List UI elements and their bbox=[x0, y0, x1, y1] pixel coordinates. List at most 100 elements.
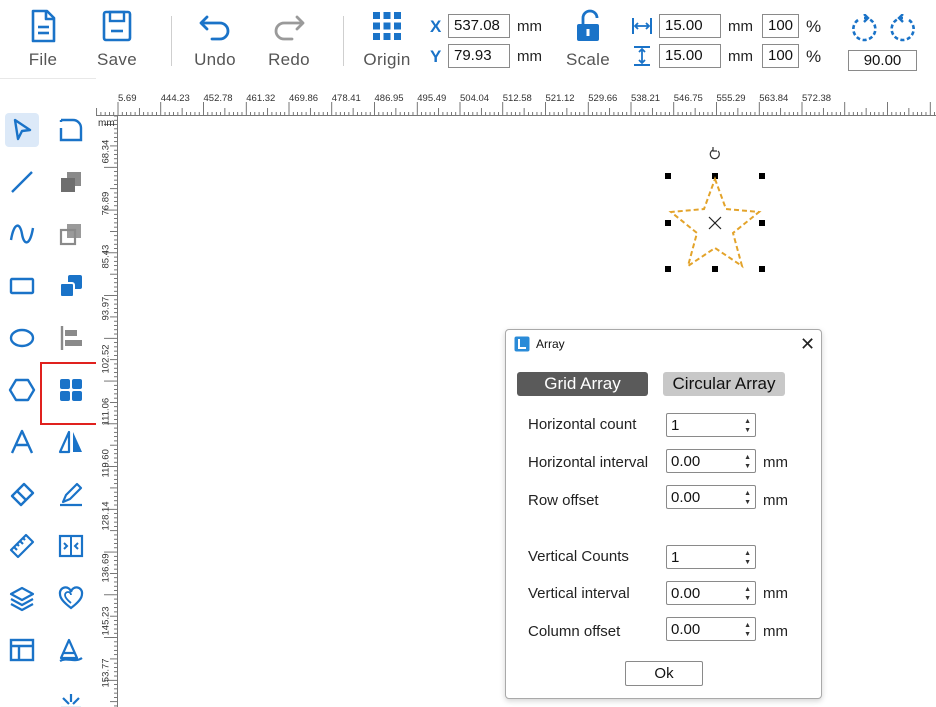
heart-outline-icon bbox=[58, 586, 84, 610]
y-position-input[interactable]: 79.93 bbox=[448, 44, 510, 68]
curve-icon bbox=[9, 224, 35, 244]
spin-up-icon[interactable]: ▲ bbox=[744, 418, 751, 425]
column-offset-input[interactable]: 0.00 ▲ ▼ bbox=[666, 617, 756, 641]
redo-label: Redo bbox=[268, 50, 310, 69]
x-position-input[interactable]: 537.08 bbox=[448, 14, 510, 38]
eraser-icon bbox=[10, 482, 35, 507]
align-tool[interactable] bbox=[54, 321, 88, 355]
rotate-handle-icon[interactable] bbox=[709, 147, 720, 160]
ruler-label: 495.49 bbox=[417, 93, 447, 104]
rectangle-tool[interactable] bbox=[5, 269, 39, 303]
rotate-cw-icon[interactable] bbox=[888, 14, 918, 44]
tab-grid-array[interactable]: Grid Array bbox=[517, 372, 648, 396]
spin-down-icon[interactable]: ▼ bbox=[744, 499, 751, 506]
save-button[interactable]: Save bbox=[94, 8, 140, 70]
text-icon bbox=[10, 429, 34, 454]
spin-up-icon[interactable]: ▲ bbox=[744, 490, 751, 497]
origin-grid-icon bbox=[373, 12, 401, 40]
spin-down-icon[interactable]: ▼ bbox=[744, 631, 751, 638]
mirror-tool[interactable] bbox=[54, 425, 88, 459]
select-tool[interactable] bbox=[5, 113, 39, 147]
text-tool[interactable] bbox=[5, 425, 39, 459]
ruler-icon bbox=[9, 533, 35, 559]
horizontal-ruler: 5.69 444.23 452.78 461.32 469.86 478.41 486.95… bbox=[96, 92, 936, 116]
tab-circular-array[interactable]: Circular Array bbox=[663, 372, 785, 396]
ungroup-icon bbox=[59, 224, 81, 246]
save-label: Save bbox=[97, 50, 137, 69]
layout-tool[interactable] bbox=[5, 633, 39, 667]
ruler-label: 478.41 bbox=[331, 93, 361, 104]
burst-tool[interactable] bbox=[54, 685, 88, 707]
measure-tool[interactable] bbox=[5, 529, 39, 563]
boolean-icon bbox=[59, 275, 82, 298]
layers-tool[interactable] bbox=[5, 581, 39, 615]
burst-icon bbox=[61, 694, 81, 707]
width-input[interactable]: 15.00 bbox=[659, 14, 721, 38]
row-offset-input[interactable]: 0.00 ▲ ▼ bbox=[666, 485, 756, 509]
spin-down-icon[interactable]: ▼ bbox=[744, 463, 751, 470]
distribute-icon bbox=[58, 534, 84, 558]
origin-button[interactable]: Origin bbox=[358, 8, 416, 70]
ok-button[interactable]: Ok bbox=[625, 661, 703, 686]
spin-up-icon[interactable]: ▲ bbox=[744, 550, 751, 557]
height-percent-symbol: % bbox=[806, 47, 822, 66]
rotate-ccw-icon[interactable] bbox=[849, 14, 879, 44]
redo-icon bbox=[274, 15, 305, 41]
x-label: X bbox=[430, 17, 442, 36]
app-logo-icon bbox=[514, 336, 530, 352]
vertical-interval-unit: mm bbox=[763, 585, 788, 602]
origin-label: Origin bbox=[363, 50, 411, 69]
close-icon[interactable]: ✕ bbox=[800, 334, 815, 355]
eraser-tool[interactable] bbox=[5, 477, 39, 511]
x-unit: mm bbox=[517, 18, 542, 35]
pen-tool[interactable] bbox=[54, 477, 88, 511]
node-edit-icon bbox=[59, 118, 83, 142]
ungroup-tool[interactable] bbox=[54, 217, 88, 251]
ruler-label: 563.84 bbox=[759, 93, 789, 104]
curve-tool[interactable] bbox=[5, 217, 39, 251]
vertical-counts-label: Vertical Counts bbox=[528, 548, 629, 565]
toolbar: File Save Undo Redo Origin X 537.08 mm Y… bbox=[0, 0, 936, 78]
spin-up-icon[interactable]: ▲ bbox=[744, 622, 751, 629]
align-icon bbox=[60, 326, 82, 350]
vertical-counts-input[interactable]: 1 ▲ ▼ bbox=[666, 545, 756, 569]
spin-up-icon[interactable]: ▲ bbox=[744, 454, 751, 461]
ellipse-tool[interactable] bbox=[5, 321, 39, 355]
line-tool[interactable] bbox=[5, 165, 39, 199]
width-unit: mm bbox=[728, 18, 753, 35]
redo-button[interactable]: Redo bbox=[264, 8, 314, 70]
undo-label: Undo bbox=[194, 50, 236, 69]
horizontal-count-input[interactable]: 1 ▲ ▼ bbox=[666, 413, 756, 437]
ruler-label: 128.14 bbox=[100, 501, 112, 531]
spin-down-icon[interactable]: ▼ bbox=[744, 427, 751, 434]
horizontal-interval-input[interactable]: 0.00 ▲ ▼ bbox=[666, 449, 756, 473]
row-offset-unit: mm bbox=[763, 492, 788, 509]
width-percent-input[interactable]: 100 bbox=[762, 14, 799, 38]
select-icon bbox=[13, 118, 32, 141]
file-button[interactable]: File bbox=[20, 8, 66, 70]
undo-icon bbox=[199, 15, 230, 41]
undo-button[interactable]: Undo bbox=[190, 8, 240, 70]
vertical-interval-input[interactable]: 0.00 ▲ ▼ bbox=[666, 581, 756, 605]
ruler-label: 76.89 bbox=[100, 192, 112, 216]
polygon-tool[interactable] bbox=[5, 373, 39, 407]
height-input[interactable]: 15.00 bbox=[659, 44, 721, 68]
distribute-tool[interactable] bbox=[54, 529, 88, 563]
offset-tool[interactable] bbox=[54, 581, 88, 615]
height-percent-input[interactable]: 100 bbox=[762, 44, 799, 68]
ruler-label: 469.86 bbox=[289, 93, 319, 104]
y-unit: mm bbox=[517, 48, 542, 65]
ruler-label: 572.38 bbox=[802, 93, 832, 104]
rotation-input[interactable]: 90.00 bbox=[848, 50, 917, 71]
group-tool[interactable] bbox=[54, 165, 88, 199]
boolean-tool[interactable] bbox=[54, 269, 88, 303]
scale-lock-button[interactable]: Scale bbox=[560, 8, 616, 70]
column-offset-value: 0.00 bbox=[671, 621, 701, 638]
trace-tool[interactable] bbox=[54, 633, 88, 667]
spin-down-icon[interactable]: ▼ bbox=[744, 559, 751, 566]
line-icon bbox=[11, 171, 33, 193]
spin-down-icon[interactable]: ▼ bbox=[744, 595, 751, 602]
node-edit-tool[interactable] bbox=[54, 113, 88, 147]
spin-up-icon[interactable]: ▲ bbox=[744, 586, 751, 593]
width-arrows-icon bbox=[632, 18, 652, 34]
